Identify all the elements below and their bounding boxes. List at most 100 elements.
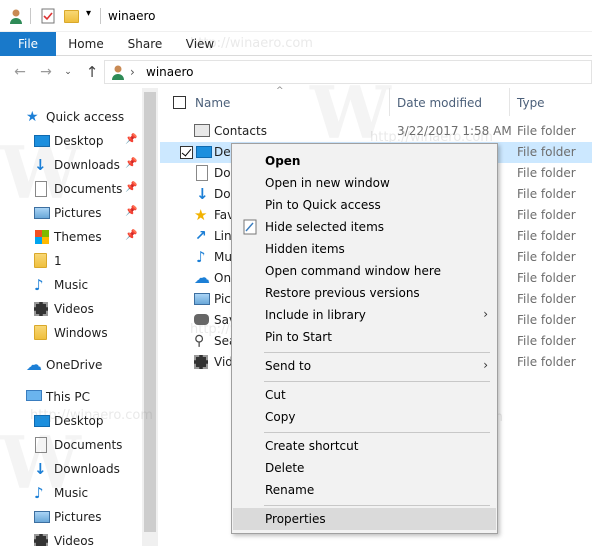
back-arrow-icon[interactable]: ← [12, 64, 28, 80]
menu-label: Pin to Start [265, 330, 332, 344]
nav-label: Videos [54, 534, 94, 546]
menu-item-open-command-window[interactable]: Open command window here [233, 260, 496, 282]
nav-item-videos[interactable]: Videos [0, 298, 142, 320]
menu-item-send-to[interactable]: Send to › [233, 355, 496, 377]
up-arrow-icon[interactable]: ↑ [84, 64, 100, 80]
nav-pc-downloads[interactable]: ↓ Downloads [0, 458, 142, 480]
nav-label: Music [54, 278, 89, 292]
forward-arrow-icon[interactable]: → [38, 64, 54, 80]
nav-label: Windows [54, 326, 108, 340]
link-arrow-icon: ↗ [195, 228, 207, 244]
file-type: File folder [517, 313, 576, 327]
nav-label: Pictures [54, 510, 102, 524]
music-icon: ♪ [196, 248, 206, 266]
file-name: Contacts [214, 124, 267, 138]
nav-item-downloads[interactable]: ↓ Downloads 📌 [0, 154, 142, 176]
nav-item-windows[interactable]: Windows [0, 322, 142, 344]
menu-item-create-shortcut[interactable]: Create shortcut [233, 435, 496, 457]
nav-label: Documents [54, 438, 123, 452]
file-type: File folder [517, 166, 576, 180]
menu-label: Pin to Quick access [265, 198, 381, 212]
pin-icon[interactable]: 📌 [125, 158, 137, 169]
menu-item-open[interactable]: Open [233, 150, 496, 172]
menu-label: Include in library [265, 308, 366, 322]
file-name: De [214, 145, 231, 159]
menu-label: Copy [265, 410, 296, 424]
menu-item-hide-selected[interactable]: Hide selected items [233, 216, 496, 238]
breadcrumb[interactable]: winaero [146, 65, 194, 79]
nav-item-1[interactable]: 1 [0, 250, 142, 272]
menu-item-rename[interactable]: Rename [233, 479, 496, 501]
column-type[interactable]: Type [517, 96, 545, 110]
videos-icon [194, 355, 208, 369]
menu-label: Hidden items [265, 242, 345, 256]
menu-item-restore-versions[interactable]: Restore previous versions [233, 282, 496, 304]
row-checkbox-checked[interactable] [180, 146, 193, 159]
file-row-contacts[interactable]: Contacts 3/22/2017 1:58 AM File folder [160, 121, 592, 142]
nav-pc-desktop[interactable]: Desktop [0, 410, 142, 432]
title-separator [30, 8, 31, 24]
tab-share[interactable]: Share [122, 32, 168, 56]
nav-pc-videos[interactable]: Videos [0, 530, 142, 546]
tab-home[interactable]: Home [62, 32, 110, 56]
pin-icon[interactable]: 📌 [125, 134, 137, 145]
column-date-modified[interactable]: Date modified [397, 96, 482, 110]
nav-item-desktop[interactable]: Desktop 📌 [0, 130, 142, 152]
menu-label: Send to [265, 359, 312, 373]
nav-pc-documents[interactable]: Documents [0, 434, 142, 456]
user-folder-icon [8, 8, 24, 24]
nav-this-pc[interactable]: This PC [0, 386, 142, 408]
column-divider[interactable] [509, 88, 510, 116]
file-type: File folder [517, 229, 576, 243]
file-name: On [214, 271, 232, 285]
tab-view[interactable]: View [178, 32, 222, 56]
menu-label: Open in new window [265, 176, 390, 190]
breadcrumb-chevron-icon[interactable]: › [130, 65, 135, 79]
menu-item-delete[interactable]: Delete [233, 457, 496, 479]
download-icon: ↓ [34, 156, 47, 174]
nav-item-documents[interactable]: Documents 📌 [0, 178, 142, 200]
desktop-icon [196, 146, 212, 158]
menu-item-cut[interactable]: Cut [233, 384, 496, 406]
pin-icon[interactable]: 📌 [125, 182, 137, 193]
nav-item-themes[interactable]: Themes 📌 [0, 226, 142, 248]
folder-icon [34, 253, 47, 268]
column-name[interactable]: Name [195, 96, 230, 110]
pictures-icon [34, 511, 50, 523]
menu-item-include-library[interactable]: Include in library › [233, 304, 496, 326]
tab-file[interactable]: File [0, 32, 56, 56]
select-all-checkbox[interactable] [173, 96, 186, 109]
menu-item-pin-start[interactable]: Pin to Start [233, 326, 496, 348]
menu-separator [264, 505, 490, 506]
nav-label: Pictures [54, 206, 102, 220]
pin-icon[interactable]: 📌 [125, 230, 137, 241]
chevron-down-icon[interactable]: ⌄ [60, 64, 76, 80]
cloud-icon: ☁ [194, 268, 210, 287]
documents-icon [196, 165, 208, 181]
menu-item-properties[interactable]: Properties [233, 508, 496, 530]
menu-item-pin-quick-access[interactable]: Pin to Quick access [233, 194, 496, 216]
column-header: Name Date modified Type [160, 88, 592, 118]
file-name: Pic [214, 292, 231, 306]
column-divider[interactable] [389, 88, 390, 116]
themes-icon [34, 229, 50, 245]
nav-item-music[interactable]: ♪ Music [0, 274, 142, 296]
nav-quick-access[interactable]: ★ Quick access [0, 106, 142, 128]
menu-item-open-new-window[interactable]: Open in new window [233, 172, 496, 194]
nav-pc-pictures[interactable]: Pictures [0, 506, 142, 528]
menu-separator [264, 352, 490, 353]
file-type: File folder [517, 355, 576, 369]
properties-icon[interactable] [40, 8, 56, 24]
menu-item-copy[interactable]: Copy [233, 406, 496, 428]
nav-pc-music[interactable]: ♪ Music [0, 482, 142, 504]
new-folder-icon[interactable] [64, 10, 79, 23]
nav-item-pictures[interactable]: Pictures 📌 [0, 202, 142, 224]
nav-label: OneDrive [46, 358, 103, 372]
pin-icon[interactable]: 📌 [125, 206, 137, 217]
nav-onedrive[interactable]: ☁ OneDrive [0, 354, 142, 376]
nav-scrollbar-thumb[interactable] [144, 92, 156, 532]
menu-item-hidden-items[interactable]: Hidden items [233, 238, 496, 260]
menu-label: Restore previous versions [265, 286, 420, 300]
pictures-icon [194, 293, 210, 305]
window-title: winaero [108, 9, 156, 23]
